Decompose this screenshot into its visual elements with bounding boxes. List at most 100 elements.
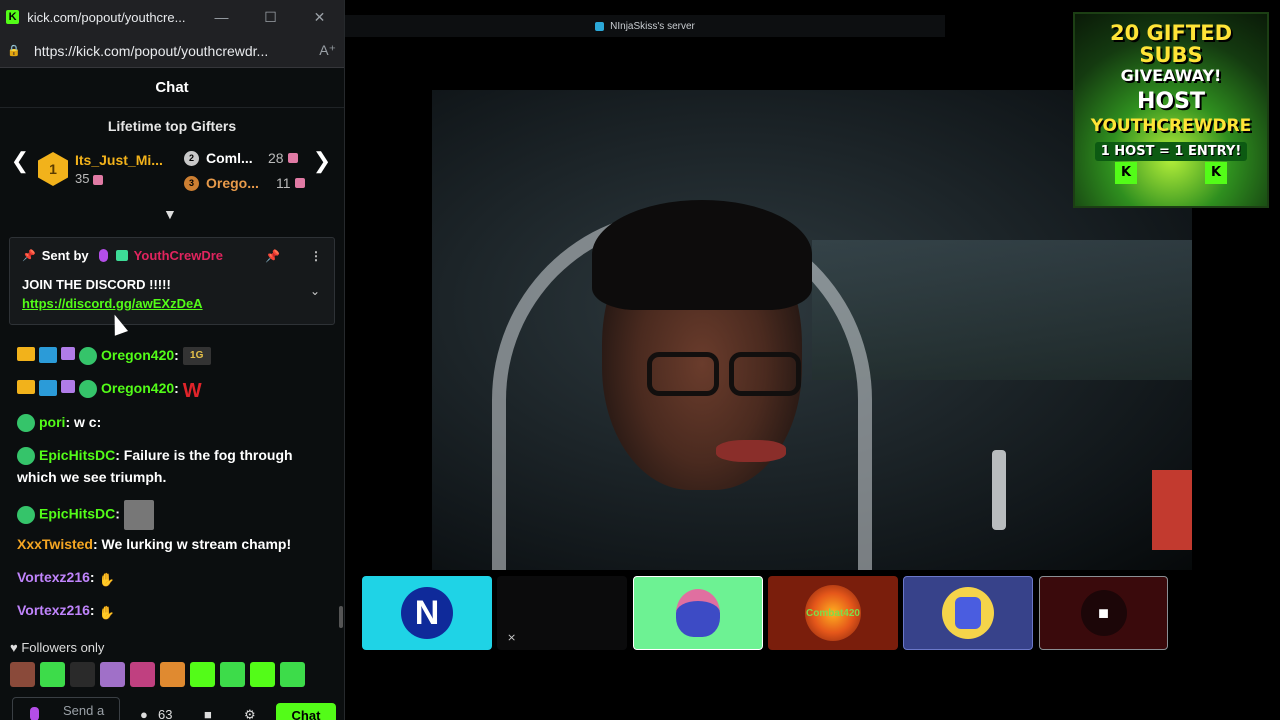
read-aloud-icon[interactable]: A⁺: [319, 42, 336, 59]
pinned-username[interactable]: YouthCrewDre: [134, 248, 223, 263]
giveaway-overlay: 20 GIFTED SUBS GIVEAWAY! HOST YOUTHCREWD…: [1073, 12, 1269, 208]
emote-picker-item[interactable]: [190, 662, 215, 687]
window-titlebar: K kick.com/popout/youthcre... — ☐ ✕: [0, 0, 344, 34]
og-badge-icon: [39, 380, 57, 397]
chat-text: : w c:: [65, 414, 102, 430]
participant-tiles: N ⨯ Combat420 ■: [362, 576, 1168, 650]
participant-tile[interactable]: ■: [1039, 576, 1168, 650]
gift-icon[interactable]: ■: [204, 707, 212, 720]
gifter-count: 28: [268, 150, 284, 166]
chat-text: : We lurking w stream champ!: [93, 536, 292, 552]
participant-tile[interactable]: [903, 576, 1033, 650]
chat-username[interactable]: Oregon420: [101, 380, 174, 396]
chat-username[interactable]: EpicHitsDC: [39, 506, 115, 522]
verified-badge-icon: [17, 506, 35, 524]
emote-picker-item[interactable]: [220, 662, 245, 687]
minimize-button[interactable]: —: [197, 0, 246, 34]
emote-picker-item[interactable]: [160, 662, 185, 687]
clap-emote-icon: ✋: [98, 572, 115, 588]
emote-picker-item[interactable]: [250, 662, 275, 687]
discord-link[interactable]: https://discord.gg/awEXzDeA: [22, 296, 322, 311]
gifter-name: Orego...: [206, 175, 259, 191]
chevron-left-icon[interactable]: ❮: [10, 148, 30, 174]
camera-icon: ■: [1080, 590, 1127, 636]
followers-only-label: Followers only: [21, 640, 105, 655]
chat-message: Vortexz216: ✋: [17, 599, 317, 621]
fire-avatar-icon: Combat420: [805, 585, 861, 641]
send-chat-button[interactable]: Chat: [276, 703, 336, 720]
verified-badge-icon: [17, 414, 35, 433]
chat-message: Vortexz216: ✋: [17, 566, 317, 588]
chat-message: Oregon420: 1G: [17, 344, 317, 366]
emote-bar: [10, 662, 305, 687]
users-icon[interactable]: ●: [140, 707, 148, 720]
emote-picker-item[interactable]: [10, 662, 35, 687]
top-gifter-second[interactable]: 2 Coml... 28: [184, 150, 298, 166]
verified-badge-icon: [79, 347, 97, 366]
chat-text: :: [89, 569, 95, 585]
emote-picker-item[interactable]: [70, 662, 95, 687]
lock-icon[interactable]: 🔒: [7, 45, 21, 57]
chevron-down-icon[interactable]: ⌄: [310, 284, 320, 298]
emote-w: W: [182, 380, 202, 403]
close-button[interactable]: ✕: [295, 0, 344, 34]
maximize-button[interactable]: ☐: [246, 0, 295, 34]
url-text[interactable]: https://kick.com/popout/youthcrewdr...: [34, 43, 299, 59]
emote-image: [123, 500, 154, 530]
chat-username[interactable]: XxxTwisted: [17, 536, 93, 552]
silver-rank-icon: 2: [184, 150, 199, 166]
emote-picker-item[interactable]: [40, 662, 65, 687]
streamer-mouth: [716, 440, 786, 462]
pin-action-icon[interactable]: 📌: [265, 249, 280, 263]
chat-username[interactable]: Vortexz216: [17, 602, 90, 618]
gifter-name: Coml...: [206, 150, 253, 166]
gift-icon: [93, 174, 104, 185]
mic-stand: [992, 450, 1006, 530]
sent-by-label: Sent by: [41, 248, 89, 263]
chat-username[interactable]: EpicHitsDC: [39, 447, 115, 463]
server-icon: [595, 21, 605, 31]
gift-badge-icon: [115, 250, 128, 261]
og-badge-icon: [39, 347, 57, 364]
kick-favicon-icon: K: [6, 10, 20, 24]
chat-text: :: [174, 347, 179, 363]
mic-muted-icon: ⨯: [507, 632, 517, 644]
kick-logo-icon: K: [1205, 162, 1227, 184]
collapse-icon[interactable]: ▼: [163, 206, 177, 222]
viewer-count: 63: [158, 707, 173, 720]
participant-tile[interactable]: Combat420: [768, 576, 898, 650]
chat-scrollbar[interactable]: [339, 606, 343, 628]
chat-username[interactable]: pori: [39, 414, 65, 430]
emote-picker-item[interactable]: [100, 662, 125, 687]
chat-message: XxxTwisted: We lurking w stream champ!: [17, 533, 317, 555]
giveaway-host: HOST: [1137, 89, 1205, 114]
window-title: kick.com/popout/youthcre...: [27, 9, 186, 25]
robot-avatar-icon: [942, 587, 994, 639]
participant-tile[interactable]: [633, 576, 763, 650]
top-gifters-title: Lifetime top Gifters: [107, 118, 237, 134]
participant-tile[interactable]: ⨯: [497, 576, 627, 650]
emote-picker-item[interactable]: [130, 662, 155, 687]
gear-icon[interactable]: ⚙: [244, 707, 256, 720]
chat-username[interactable]: Vortexz216: [17, 569, 90, 585]
gifter-name: Its_Just_Mi...: [75, 152, 163, 168]
giveaway-entry: 1 HOST = 1 ENTRY!: [1094, 142, 1248, 161]
giveaway-line1: 20 GIFTED SUBS: [1109, 21, 1233, 67]
top-gifter-third[interactable]: 3 Orego... 11: [184, 175, 305, 191]
chat-username[interactable]: Oregon420: [101, 347, 174, 363]
bronze-rank-icon: 3: [184, 175, 199, 191]
address-bar[interactable]: 🔒 https://kick.com/popout/youthcrewdr...…: [0, 34, 344, 68]
more-options-icon[interactable]: ⋮: [310, 249, 322, 263]
verified-badge-icon: [17, 447, 35, 466]
verified-badge-icon: [79, 380, 97, 399]
emote-picker-item[interactable]: [280, 662, 305, 687]
chat-input[interactable]: Send a: [12, 697, 120, 720]
chevron-right-icon[interactable]: ❯: [312, 148, 332, 174]
chat-message: EpicHitsDC: Failure is the fog through w…: [17, 444, 317, 488]
top-gifter-first[interactable]: 1 Its_Just_Mi... 35: [38, 152, 175, 186]
gift-icon: [294, 178, 305, 188]
chat-input-bar: Send a ● 63 ■ ⚙ Chat: [0, 697, 344, 720]
gift-icon: [287, 153, 298, 163]
emote-1g: 1G: [182, 347, 211, 366]
participant-tile[interactable]: N: [362, 576, 492, 650]
